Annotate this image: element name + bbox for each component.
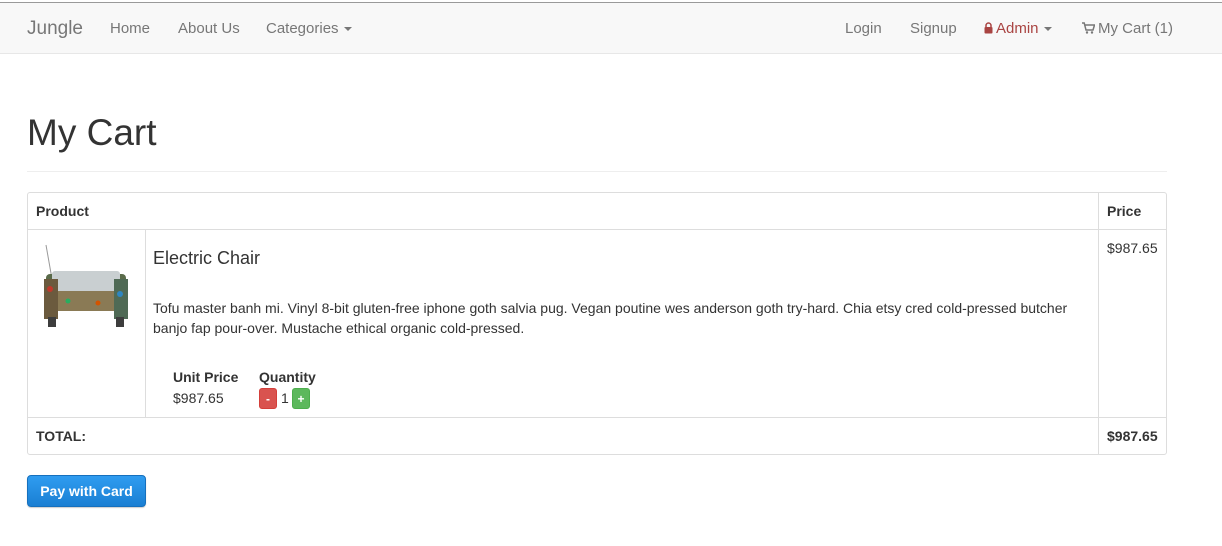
caret-down-icon	[343, 27, 352, 32]
nav-admin-label: Admin	[996, 20, 1039, 37]
cart-table: Product Price Electric Chair Tofu master…	[27, 192, 1167, 455]
nav-categories-label: Categories	[266, 20, 339, 37]
column-divider	[1098, 230, 1099, 417]
header-product: Product	[36, 203, 89, 219]
page-title: My Cart	[27, 112, 157, 153]
table-header-row: Product Price	[28, 193, 1166, 230]
product-name[interactable]: Electric Chair	[153, 248, 260, 269]
quantity-value: 1	[281, 390, 289, 406]
nav-categories-dropdown[interactable]: Categories	[266, 20, 352, 38]
unit-price-label: Unit Price	[173, 369, 239, 385]
decrease-quantity-button[interactable]: -	[259, 388, 277, 409]
line-price: $987.65	[1107, 240, 1158, 256]
nav-admin-dropdown[interactable]: Admin	[984, 20, 1052, 38]
nav-cart-label: My Cart (1)	[1098, 20, 1173, 37]
caret-down-icon	[1043, 27, 1052, 32]
quantity-label: Quantity	[259, 369, 316, 385]
nav-home[interactable]: Home	[110, 20, 150, 38]
table-total-row: TOTAL: $987.65	[28, 418, 1166, 454]
brand-link[interactable]: Jungle	[27, 18, 83, 40]
header-price: Price	[1107, 203, 1142, 219]
nav-my-cart[interactable]: My Cart (1)	[1082, 20, 1173, 38]
increase-quantity-button[interactable]: +	[292, 388, 310, 409]
column-divider	[145, 230, 146, 417]
column-divider	[1098, 193, 1099, 229]
shopping-cart-icon	[1082, 22, 1095, 34]
nav-signup[interactable]: Signup	[910, 20, 957, 38]
nav-login[interactable]: Login	[845, 20, 882, 38]
unit-price-value: $987.65	[173, 390, 224, 406]
lock-icon	[984, 22, 993, 34]
column-divider	[1098, 418, 1099, 454]
navbar: Jungle Home About Us Categories Login Si…	[0, 2, 1222, 54]
pay-with-card-button[interactable]: Pay with Card	[27, 475, 146, 507]
product-description: Tofu master banh mi. Vinyl 8-bit gluten-…	[153, 300, 1068, 336]
title-divider	[27, 171, 1167, 172]
product-image	[38, 239, 134, 337]
nav-about[interactable]: About Us	[178, 20, 240, 38]
total-label: TOTAL:	[36, 428, 87, 444]
table-row: Electric Chair Tofu master banh mi. Viny…	[28, 230, 1166, 418]
total-value: $987.65	[1107, 428, 1158, 444]
